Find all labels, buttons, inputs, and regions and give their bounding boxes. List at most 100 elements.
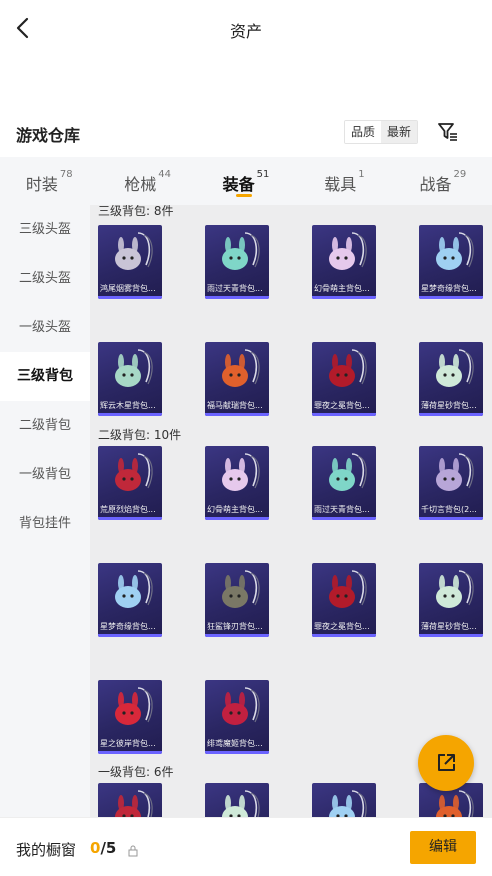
backpack-icon [222, 687, 260, 725]
backpack-card[interactable]: 薄荷星砂背包... [419, 342, 483, 416]
item-label: 幻骨萌主背包... [207, 505, 263, 514]
group-title: 二级背包: 10件 [98, 428, 182, 442]
backpack-icon [436, 453, 474, 491]
tab-label: 时装 [25, 175, 58, 194]
tab-equipment[interactable]: 装备51 [197, 157, 295, 205]
sort-by-newest-button[interactable]: 最新 [381, 121, 418, 143]
backpack-card[interactable]: 福马献瑞背包... [205, 342, 269, 416]
tab-count: 44 [158, 169, 171, 180]
tab-label: 战备 [419, 175, 452, 194]
backpack-card[interactable]: 星之彼岸背包... [98, 680, 162, 754]
tab-count: 1 [358, 169, 365, 180]
item-label: 狂鲨锋刃背包... [207, 622, 263, 631]
item-label: 千切言背包(2... [421, 505, 477, 514]
sidebar-item-level3-helmet[interactable]: 三级头盔 [0, 205, 90, 254]
backpack-icon [222, 349, 260, 387]
backpack-card[interactable]: 罪夜之冕背包... [312, 342, 376, 416]
backpack-card[interactable] [205, 783, 269, 817]
sidebar-item-level2-helmet[interactable]: 二级头盔 [0, 254, 90, 303]
backpack-icon [329, 232, 367, 270]
rarity-strip [205, 296, 269, 299]
sidebar-item-level1-helmet[interactable]: 一级头盔 [0, 303, 90, 352]
backpack-icon [436, 349, 474, 387]
top-bar: 资产 [0, 0, 492, 58]
backpack-icon [222, 232, 260, 270]
backpack-icon [222, 570, 260, 608]
backpack-card[interactable]: 雨过天青背包... [205, 225, 269, 299]
sort-by-quality-button[interactable]: 品质 [345, 121, 382, 143]
backpack-icon [436, 232, 474, 270]
sidebar-item-level3-backpack[interactable]: 三级背包 [0, 352, 90, 401]
page-title: 资产 [229, 22, 262, 41]
tab-count: 29 [453, 169, 467, 180]
backpack-card[interactable]: 薄荷星砂背包... [419, 563, 483, 637]
item-label: 鸿尾烟雾背包... [100, 284, 156, 293]
tab-vehicles[interactable]: 载具1 [295, 157, 393, 205]
edit-button[interactable]: 编辑 [410, 831, 476, 864]
showcase-count: 0/5 [90, 839, 116, 857]
item-label: 福马献瑞背包... [207, 401, 263, 410]
rarity-strip [205, 634, 269, 637]
rarity-strip [98, 751, 162, 754]
backpack-icon [115, 687, 153, 725]
backpack-card[interactable]: 绯鸢魔姬背包... [205, 680, 269, 754]
tab-label: 装备 [222, 175, 255, 194]
item-grid: 三级背包: 8件鸿尾烟雾背包... 雨过天青背包... 幻骨萌主背包... 星梦奇缘背… [90, 205, 492, 817]
backpack-card[interactable]: 雨过天青背包... [312, 446, 376, 520]
backpack-icon [329, 453, 367, 491]
rarity-strip [98, 517, 162, 520]
item-label: 薄荷星砂背包... [421, 622, 477, 631]
item-label: 绯鸢魔姬背包... [207, 739, 263, 748]
backpack-card[interactable]: 星梦奇缘背包... [419, 225, 483, 299]
item-label: 星梦奇缘背包... [421, 284, 477, 293]
tab-fashion[interactable]: 时装78 [0, 157, 98, 205]
rarity-strip [205, 413, 269, 416]
tab-label: 枪械 [124, 175, 157, 194]
lock-icon [128, 842, 138, 857]
sort-toggle: 品质 最新 [344, 120, 419, 144]
tab-guns[interactable]: 枪械44 [98, 157, 196, 205]
backpack-card[interactable]: 幻骨萌主背包... [312, 225, 376, 299]
rarity-strip [312, 634, 376, 637]
rarity-strip [98, 296, 162, 299]
rarity-strip [205, 751, 269, 754]
backpack-icon [222, 453, 260, 491]
section-title: 游戏仓库 [16, 126, 81, 145]
backpack-card[interactable]: 星梦奇缘背包... [98, 563, 162, 637]
backpack-icon [115, 453, 153, 491]
backpack-icon [115, 570, 153, 608]
rarity-strip [419, 413, 483, 416]
backpack-card[interactable] [312, 783, 376, 817]
rarity-strip [419, 296, 483, 299]
group-title: 三级背包: 8件 [98, 205, 174, 218]
showcase-label: 我的橱窗 [16, 841, 77, 859]
backpack-card[interactable]: 狂鲨锋刃背包... [205, 563, 269, 637]
backpack-card[interactable]: 荒原烈焰背包... [98, 446, 162, 520]
sidebar-item-level2-backpack[interactable]: 二级背包 [0, 401, 90, 450]
backpack-icon [115, 790, 153, 817]
backpack-card[interactable] [98, 783, 162, 817]
backpack-icon [329, 349, 367, 387]
bottom-bar: 我的橱窗 0/5 编辑 [0, 817, 492, 876]
rarity-strip [312, 296, 376, 299]
share-button[interactable] [418, 735, 474, 791]
showcase-count-current: 0 [90, 839, 101, 857]
rarity-strip [98, 413, 162, 416]
item-label: 幻骨萌主背包... [314, 284, 370, 293]
backpack-icon [436, 570, 474, 608]
tab-count: 78 [59, 169, 73, 180]
tab-supplies[interactable]: 战备29 [394, 157, 492, 205]
sidebar-item-level1-backpack[interactable]: 一级背包 [0, 450, 90, 499]
sidebar-item-backpack-charm[interactable]: 背包挂件 [0, 499, 90, 548]
backpack-card[interactable]: 幻骨萌主背包... [205, 446, 269, 520]
backpack-card[interactable]: 罪夜之冕背包... [312, 563, 376, 637]
category-tabs: 时装78 枪械44 装备51 载具1 战备29 [0, 157, 492, 205]
item-label: 罪夜之冕背包... [314, 622, 370, 631]
backpack-card[interactable]: 鸿尾烟雾背包... [98, 225, 162, 299]
backpack-icon [115, 349, 153, 387]
backpack-card[interactable]: 辉云木星背包... [98, 342, 162, 416]
backpack-card[interactable]: 千切言背包(2... [419, 446, 483, 520]
item-label: 薄荷星砂背包... [421, 401, 477, 410]
filter-icon[interactable] [436, 120, 460, 144]
item-label: 罪夜之冕背包... [314, 401, 370, 410]
